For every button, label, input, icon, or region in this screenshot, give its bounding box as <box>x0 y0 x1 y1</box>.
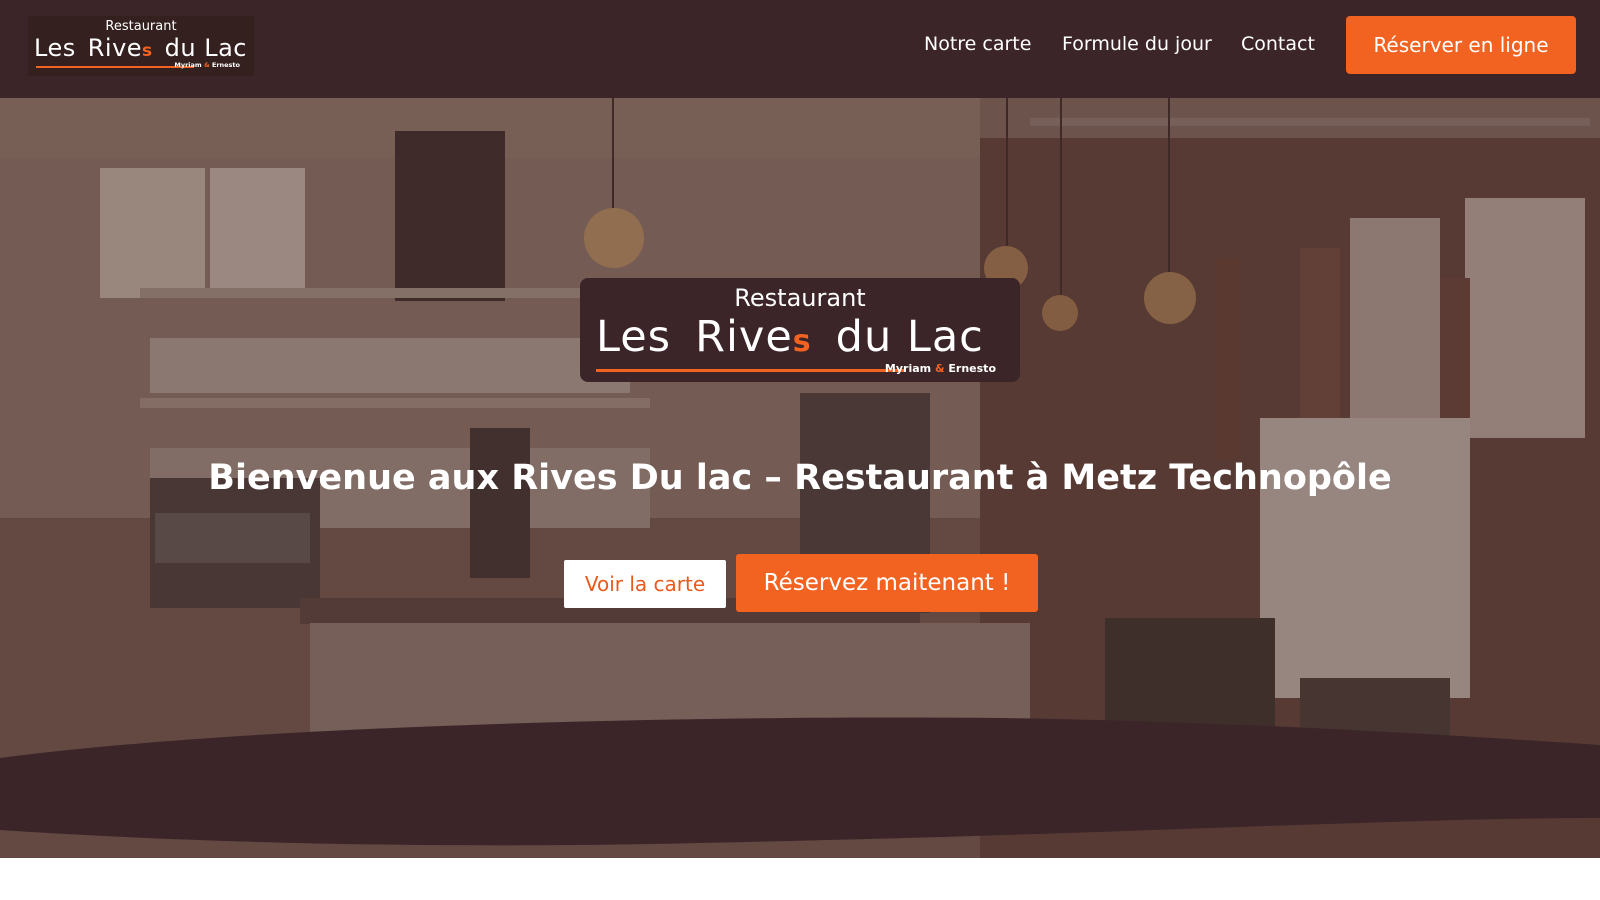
logo-s-mark: s <box>142 41 153 61</box>
hero-logo-name: Les Rives du Lac <box>596 312 984 362</box>
hero-logo: Restaurant Les Rives du Lac Myriam & Ernes… <box>580 278 1020 382</box>
view-menu-button[interactable]: Voir la carte <box>564 560 726 608</box>
nav-formule-du-jour[interactable]: Formule du jour <box>1062 33 1212 55</box>
reserve-now-button[interactable]: Réservez maitenant ! <box>736 554 1038 612</box>
logo-name: Les Rives du Lac <box>34 34 247 62</box>
hero-logo-word-les: Les <box>596 312 672 362</box>
reserve-online-button[interactable]: Réserver en ligne <box>1346 16 1576 74</box>
logo-word-dulac: du Lac <box>164 34 248 62</box>
hero-title: Bienvenue aux Rives Du lac – Restaurant … <box>208 458 1392 498</box>
page: Restaurant Les Rives du Lac Myriam & Ernes… <box>0 0 1600 900</box>
hero-wave-divider <box>0 717 1600 846</box>
nav-notre-carte[interactable]: Notre carte <box>924 33 1031 55</box>
logo-word-les: Les <box>34 34 76 62</box>
hero-logo-underline <box>596 369 906 372</box>
nav-contact[interactable]: Contact <box>1241 33 1315 55</box>
hero-logo-owners: Myriam & Ernesto <box>884 362 996 375</box>
hero-logo-word-dulac: du Lac <box>835 312 984 362</box>
hero-logo-word-rive: Rive <box>695 312 793 362</box>
logo-underline <box>36 66 194 68</box>
site-header: Restaurant Les Rives du Lac Myriam & Ernes… <box>0 0 1600 98</box>
logo-restaurant-text: Restaurant <box>105 19 177 34</box>
hero-logo-s-mark: s <box>792 324 812 359</box>
site-logo[interactable]: Restaurant Les Rives du Lac Myriam & Ernes… <box>28 16 254 76</box>
hero-logo-restaurant-text: Restaurant <box>734 284 866 312</box>
logo-owners: Myriam & Ernesto <box>174 61 240 69</box>
logo-word-rive: Rive <box>87 34 143 62</box>
